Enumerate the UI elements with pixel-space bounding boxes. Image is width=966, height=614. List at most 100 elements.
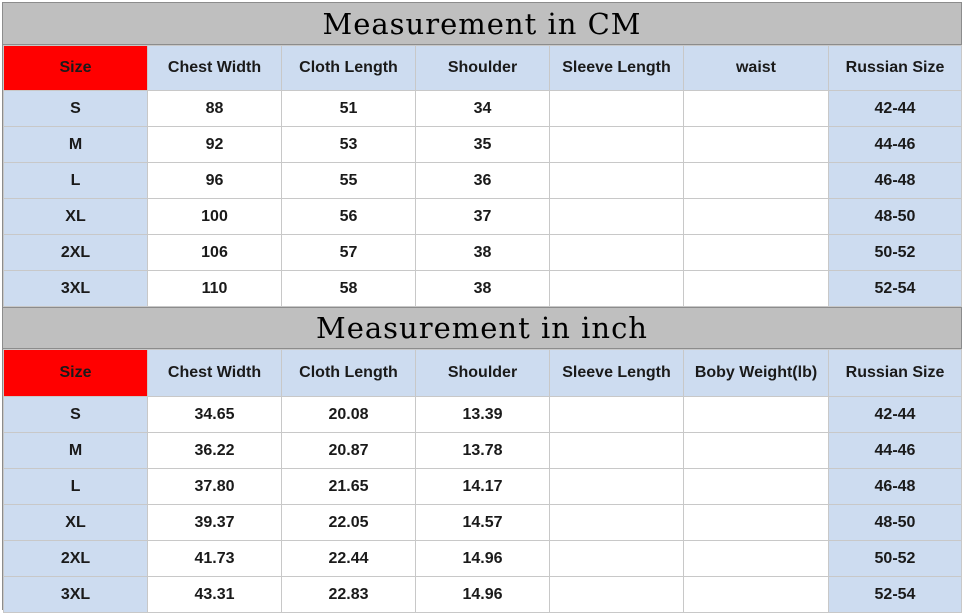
- cm-section-title: Measurement in CM: [3, 3, 961, 45]
- cm-cell-extra: [683, 234, 829, 271]
- cm-cell-size: 3XL: [3, 270, 148, 307]
- cm-cell-sleeve-length: [549, 162, 684, 199]
- cm-cell-russian-size: 44-46: [828, 126, 962, 163]
- inch-cell-cloth-length: 22.44: [281, 540, 416, 577]
- cm-measurement-table: Size Chest Width Cloth Length Shoulder S…: [3, 45, 962, 307]
- cm-header-row: Size Chest Width Cloth Length Shoulder S…: [3, 45, 962, 91]
- inch-cell-sleeve-length: [549, 468, 684, 505]
- cm-cell-chest-width: 88: [147, 90, 282, 127]
- cm-cell-size: S: [3, 90, 148, 127]
- cm-table-row: L 96 55 36 46-48: [3, 162, 962, 199]
- inch-cell-shoulder: 14.57: [415, 504, 550, 541]
- cm-cell-sleeve-length: [549, 90, 684, 127]
- inch-cell-russian-size: 50-52: [828, 540, 962, 577]
- cm-cell-shoulder: 38: [415, 270, 550, 307]
- inch-table-row: M 36.22 20.87 13.78 44-46: [3, 432, 962, 469]
- inch-cell-cloth-length: 22.83: [281, 576, 416, 613]
- cm-cell-shoulder: 35: [415, 126, 550, 163]
- cm-cell-chest-width: 100: [147, 198, 282, 235]
- inch-cell-cloth-length: 20.87: [281, 432, 416, 469]
- inch-cell-shoulder: 14.17: [415, 468, 550, 505]
- cm-cell-extra: [683, 162, 829, 199]
- inch-cell-chest-width: 37.80: [147, 468, 282, 505]
- cm-cell-shoulder: 36: [415, 162, 550, 199]
- cm-cell-size: 2XL: [3, 234, 148, 271]
- inch-cell-size: 2XL: [3, 540, 148, 577]
- cm-cell-chest-width: 92: [147, 126, 282, 163]
- inch-cell-size: XL: [3, 504, 148, 541]
- cm-cell-sleeve-length: [549, 198, 684, 235]
- cm-cell-chest-width: 96: [147, 162, 282, 199]
- inch-header-row: Size Chest Width Cloth Length Shoulder S…: [3, 349, 962, 397]
- inch-section-title: Measurement in inch: [3, 307, 961, 349]
- inch-table-body: S 34.65 20.08 13.39 42-44 M 36.22 20.87 13.78 44-…: [3, 396, 962, 613]
- cm-table-body: S 88 51 34 42-44 M 92 53 35 44-46 L 96 55 36 46-48 XL 10…: [3, 90, 962, 307]
- inch-table-row: 2XL 41.73 22.44 14.96 50-52: [3, 540, 962, 577]
- cm-cell-extra: [683, 126, 829, 163]
- inch-cell-cloth-length: 20.08: [281, 396, 416, 433]
- cm-table-row: XL 100 56 37 48-50: [3, 198, 962, 235]
- inch-cell-extra: [683, 504, 829, 541]
- inch-cell-size: M: [3, 432, 148, 469]
- inch-header-size: Size: [3, 349, 148, 397]
- cm-cell-cloth-length: 53: [281, 126, 416, 163]
- cm-table-row: S 88 51 34 42-44: [3, 90, 962, 127]
- inch-cell-extra: [683, 468, 829, 505]
- cm-header-sleeve-length: Sleeve Length: [549, 45, 684, 91]
- cm-cell-shoulder: 37: [415, 198, 550, 235]
- inch-cell-sleeve-length: [549, 576, 684, 613]
- inch-cell-russian-size: 42-44: [828, 396, 962, 433]
- inch-cell-extra: [683, 396, 829, 433]
- inch-cell-cloth-length: 22.05: [281, 504, 416, 541]
- cm-cell-russian-size: 52-54: [828, 270, 962, 307]
- inch-cell-shoulder: 14.96: [415, 576, 550, 613]
- inch-header-body-weight: Boby Weight(lb): [683, 349, 829, 397]
- inch-cell-sleeve-length: [549, 540, 684, 577]
- cm-cell-size: XL: [3, 198, 148, 235]
- cm-cell-size: L: [3, 162, 148, 199]
- cm-cell-russian-size: 46-48: [828, 162, 962, 199]
- cm-cell-cloth-length: 58: [281, 270, 416, 307]
- cm-cell-size: M: [3, 126, 148, 163]
- cm-cell-chest-width: 110: [147, 270, 282, 307]
- inch-cell-chest-width: 34.65: [147, 396, 282, 433]
- inch-cell-chest-width: 43.31: [147, 576, 282, 613]
- inch-cell-shoulder: 14.96: [415, 540, 550, 577]
- cm-cell-sleeve-length: [549, 234, 684, 271]
- cm-cell-extra: [683, 198, 829, 235]
- inch-table-row: XL 39.37 22.05 14.57 48-50: [3, 504, 962, 541]
- cm-header-shoulder: Shoulder: [415, 45, 550, 91]
- inch-cell-russian-size: 46-48: [828, 468, 962, 505]
- inch-cell-sleeve-length: [549, 396, 684, 433]
- size-chart: Measurement in CM Size Chest Width Cloth…: [2, 2, 962, 613]
- inch-cell-chest-width: 36.22: [147, 432, 282, 469]
- inch-cell-russian-size: 44-46: [828, 432, 962, 469]
- inch-cell-size: S: [3, 396, 148, 433]
- inch-table-row: L 37.80 21.65 14.17 46-48: [3, 468, 962, 505]
- cm-cell-extra: [683, 270, 829, 307]
- inch-cell-extra: [683, 576, 829, 613]
- cm-cell-chest-width: 106: [147, 234, 282, 271]
- inch-cell-cloth-length: 21.65: [281, 468, 416, 505]
- cm-cell-extra: [683, 90, 829, 127]
- inch-header-cloth-length: Cloth Length: [281, 349, 416, 397]
- cm-header-russian-size: Russian Size: [828, 45, 962, 91]
- inch-table-row: 3XL 43.31 22.83 14.96 52-54: [3, 576, 962, 613]
- cm-header-chest-width: Chest Width: [147, 45, 282, 91]
- inch-cell-shoulder: 13.78: [415, 432, 550, 469]
- inch-cell-chest-width: 39.37: [147, 504, 282, 541]
- cm-cell-cloth-length: 55: [281, 162, 416, 199]
- cm-cell-cloth-length: 56: [281, 198, 416, 235]
- cm-table-row: 3XL 110 58 38 52-54: [3, 270, 962, 307]
- cm-table-row: 2XL 106 57 38 50-52: [3, 234, 962, 271]
- cm-table-row: M 92 53 35 44-46: [3, 126, 962, 163]
- cm-cell-sleeve-length: [549, 270, 684, 307]
- inch-header-shoulder: Shoulder: [415, 349, 550, 397]
- cm-header-waist: waist: [683, 45, 829, 91]
- inch-header-sleeve-length: Sleeve Length: [549, 349, 684, 397]
- cm-cell-shoulder: 34: [415, 90, 550, 127]
- inch-cell-russian-size: 52-54: [828, 576, 962, 613]
- cm-cell-russian-size: 42-44: [828, 90, 962, 127]
- inch-cell-russian-size: 48-50: [828, 504, 962, 541]
- inch-measurement-table: Size Chest Width Cloth Length Shoulder S…: [3, 349, 962, 613]
